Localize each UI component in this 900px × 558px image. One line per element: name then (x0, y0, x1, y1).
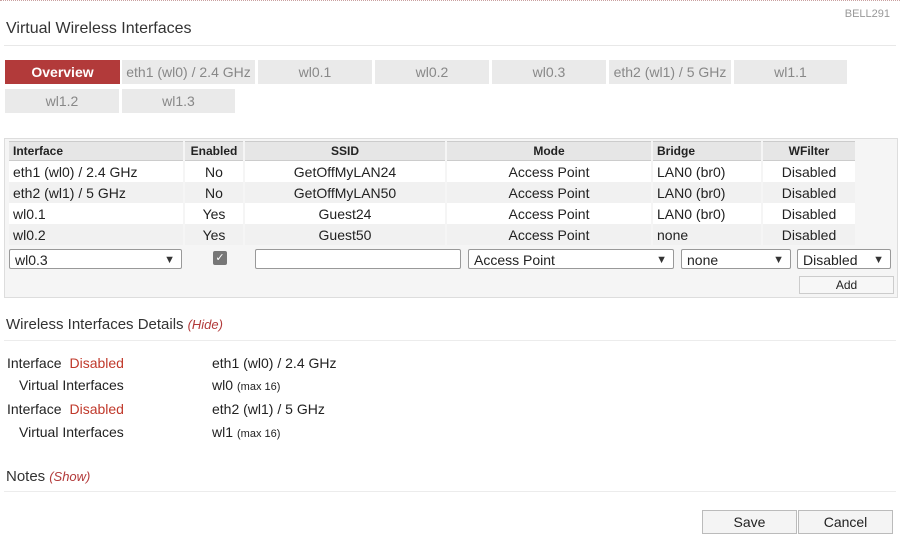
chevron-down-icon: ▼ (773, 254, 784, 266)
table-header-row: Interface Enabled SSID Mode Bridge WFilt… (9, 141, 855, 161)
virtual-iface-max: (max 16) (237, 381, 281, 393)
cell-ssid: GetOffMyLAN24 (245, 161, 445, 182)
tab-eth1-wl0[interactable]: eth1 (wl0) / 2.4 GHz (122, 60, 255, 84)
detail-label: Interface (7, 401, 62, 417)
cell-ssid: Guest24 (245, 203, 445, 224)
header-wfilter[interactable]: WFilter (763, 141, 855, 161)
cell-enabled: No (185, 161, 243, 182)
tab-wl1-2[interactable]: wl1.2 (5, 89, 119, 113)
detail-virtual-label: Virtual Interfaces (19, 377, 124, 393)
cell-mode: Access Point (447, 182, 651, 203)
table-row[interactable]: wl0.1 Yes Guest24 Access Point LAN0 (br0… (9, 203, 855, 224)
chevron-down-icon: ▼ (656, 254, 667, 266)
new-interface-row: wl0.3 ▼ ✓ Access Point ▼ none ▼ Disabled… (9, 249, 893, 271)
enabled-checkbox[interactable]: ✓ (213, 251, 227, 265)
virtual-iface-max: (max 16) (237, 428, 281, 440)
tab-wl0-2[interactable]: wl0.2 (375, 60, 489, 84)
notes-show-link[interactable]: (Show) (49, 469, 90, 484)
header-bridge[interactable]: Bridge (653, 141, 761, 161)
notes-divider (4, 491, 896, 492)
cell-ssid: Guest50 (245, 224, 445, 245)
cell-bridge: LAN0 (br0) (653, 161, 761, 182)
interfaces-table-panel: Interface Enabled SSID Mode Bridge WFilt… (4, 138, 898, 298)
cell-wfilter: Disabled (763, 161, 855, 182)
detail-virtual-value: wl0 (max 16) (212, 377, 280, 393)
cell-interface: wl0.1 (9, 203, 183, 224)
tab-overview[interactable]: Overview (5, 60, 120, 84)
detail-virtual-value: wl1 (max 16) (212, 424, 280, 440)
details-hide-link[interactable]: (Hide) (188, 317, 223, 332)
tab-wl0-3[interactable]: wl0.3 (492, 60, 606, 84)
tab-wl1-3[interactable]: wl1.3 (122, 89, 235, 113)
cell-wfilter: Disabled (763, 224, 855, 245)
table-row[interactable]: wl0.2 Yes Guest50 Access Point none Disa… (9, 224, 855, 245)
status-disabled: Disabled (69, 401, 124, 417)
tab-wl1-1[interactable]: wl1.1 (734, 60, 847, 84)
details-title: Wireless Interfaces Details (6, 316, 184, 333)
header-enabled[interactable]: Enabled (185, 141, 243, 161)
detail-interface-value: eth1 (wl0) / 2.4 GHz (212, 355, 337, 371)
interfaces-table: Interface Enabled SSID Mode Bridge WFilt… (7, 141, 857, 245)
cell-wfilter: Disabled (763, 182, 855, 203)
cell-bridge: none (653, 224, 761, 245)
cell-bridge: LAN0 (br0) (653, 203, 761, 224)
cell-mode: Access Point (447, 224, 651, 245)
page-title: Virtual Wireless Interfaces (6, 20, 192, 37)
table-row[interactable]: eth1 (wl0) / 2.4 GHz No GetOffMyLAN24 Ac… (9, 161, 855, 182)
interface-select-value: wl0.3 (15, 252, 48, 268)
interface-select[interactable]: wl0.3 ▼ (9, 249, 182, 269)
chevron-down-icon: ▼ (873, 254, 884, 266)
virtual-iface-name: wl0 (212, 377, 234, 393)
add-button[interactable]: Add (799, 276, 894, 294)
notes-title: Notes (6, 468, 46, 485)
cell-enabled: No (185, 182, 243, 203)
router-name: BELL291 (844, 8, 890, 20)
cell-enabled: Yes (185, 203, 243, 224)
detail-interface-label: Interface Disabled (7, 355, 124, 371)
tab-eth2-wl1[interactable]: eth2 (wl1) / 5 GHz (609, 60, 731, 84)
cell-mode: Access Point (447, 161, 651, 182)
header-interface[interactable]: Interface (9, 141, 183, 161)
cancel-button[interactable]: Cancel (798, 510, 893, 534)
mode-select-value: Access Point (474, 252, 555, 268)
top-border (0, 0, 900, 1)
notes-section-title: Notes (Show) (6, 468, 90, 485)
virtual-iface-name: wl1 (212, 424, 234, 440)
mode-select[interactable]: Access Point ▼ (468, 249, 674, 269)
header-ssid[interactable]: SSID (245, 141, 445, 161)
bridge-select-value: none (687, 252, 719, 268)
ssid-input[interactable] (255, 249, 461, 269)
save-button[interactable]: Save (702, 510, 797, 534)
detail-virtual-label: Virtual Interfaces (19, 424, 124, 440)
cell-wfilter: Disabled (763, 203, 855, 224)
status-disabled: Disabled (69, 355, 124, 371)
cell-interface: eth1 (wl0) / 2.4 GHz (9, 161, 183, 182)
bridge-select[interactable]: none ▼ (681, 249, 791, 269)
detail-interface-value: eth2 (wl1) / 5 GHz (212, 401, 325, 417)
table-row[interactable]: eth2 (wl1) / 5 GHz No GetOffMyLAN50 Acce… (9, 182, 855, 203)
cell-bridge: LAN0 (br0) (653, 182, 761, 203)
cell-enabled: Yes (185, 224, 243, 245)
cell-mode: Access Point (447, 203, 651, 224)
title-divider (4, 45, 896, 46)
cell-interface: wl0.2 (9, 224, 183, 245)
details-divider (4, 340, 896, 341)
wfilter-select[interactable]: Disabled ▼ (797, 249, 891, 269)
details-section-title: Wireless Interfaces Details (Hide) (6, 316, 223, 333)
tab-wl0-1[interactable]: wl0.1 (258, 60, 372, 84)
wfilter-select-value: Disabled (803, 252, 858, 268)
cell-ssid: GetOffMyLAN50 (245, 182, 445, 203)
chevron-down-icon: ▼ (164, 254, 175, 266)
cell-interface: eth2 (wl1) / 5 GHz (9, 182, 183, 203)
detail-label: Interface (7, 355, 62, 371)
header-mode[interactable]: Mode (447, 141, 651, 161)
detail-interface-label: Interface Disabled (7, 401, 124, 417)
